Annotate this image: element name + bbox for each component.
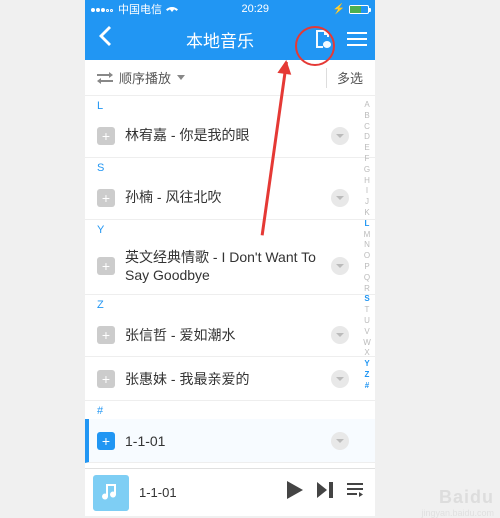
player-bar: 1-1-01: [85, 468, 375, 516]
alpha-index-letter[interactable]: H: [361, 176, 373, 187]
song-row[interactable]: + 林宥嘉 - 你是我的眼: [85, 114, 375, 158]
chevron-down-icon[interactable]: [331, 432, 349, 450]
alpha-index-letter[interactable]: E: [361, 143, 373, 154]
alpha-index-letter[interactable]: Q: [361, 273, 373, 284]
alpha-index-letter[interactable]: V: [361, 327, 373, 338]
add-icon[interactable]: +: [97, 370, 115, 388]
chevron-down-icon[interactable]: [331, 127, 349, 145]
song-title: 张惠妹 - 我最亲爱的: [125, 370, 321, 388]
clock: 20:29: [242, 3, 270, 15]
alpha-index-letter[interactable]: W: [361, 338, 373, 349]
song-row[interactable]: + 英文经典情歌 - I Don't Want To Say Goodbye: [85, 238, 375, 295]
section-header: #: [85, 401, 375, 419]
scan-music-button[interactable]: [313, 29, 333, 49]
chevron-down-icon[interactable]: [331, 257, 349, 275]
add-icon[interactable]: +: [97, 432, 115, 450]
sub-toolbar: 顺序播放 多选: [85, 60, 375, 96]
watermark: Baidu: [439, 487, 494, 508]
alpha-index-letter[interactable]: X: [361, 348, 373, 359]
song-title: 1-1-01: [125, 432, 321, 450]
alpha-index[interactable]: ABCDEFGHIJKLMNOPQRSTUVWXYZ#: [361, 100, 373, 392]
song-row[interactable]: + 孙楠 - 风往北吹: [85, 176, 375, 220]
back-button[interactable]: [85, 26, 127, 52]
add-icon[interactable]: +: [97, 326, 115, 344]
alpha-index-letter[interactable]: F: [361, 154, 373, 165]
add-icon[interactable]: +: [97, 127, 115, 145]
carrier-label: 中国电信: [118, 1, 162, 17]
section-header: Z: [85, 295, 375, 313]
album-art[interactable]: [93, 475, 129, 511]
alpha-index-letter[interactable]: R: [361, 284, 373, 295]
nav-bar: 本地音乐: [85, 18, 375, 60]
phone-frame: 中国电信 20:29 ⚡ 本地音乐 顺序播放: [85, 0, 375, 516]
alpha-index-letter[interactable]: A: [361, 100, 373, 111]
alpha-index-letter[interactable]: M: [361, 230, 373, 241]
alpha-index-letter[interactable]: Z: [361, 370, 373, 381]
alpha-index-letter[interactable]: J: [361, 197, 373, 208]
section-header: S: [85, 158, 375, 176]
alpha-index-letter[interactable]: K: [361, 208, 373, 219]
play-mode-button[interactable]: 顺序播放: [97, 68, 185, 87]
alpha-index-letter[interactable]: N: [361, 240, 373, 251]
alpha-index-letter[interactable]: T: [361, 305, 373, 316]
alpha-index-letter[interactable]: B: [361, 111, 373, 122]
alpha-index-letter[interactable]: S: [361, 294, 373, 305]
song-title: 张信哲 - 爱如潮水: [125, 326, 321, 344]
battery-icon: [349, 5, 369, 14]
chevron-down-icon[interactable]: [331, 370, 349, 388]
chevron-down-icon[interactable]: [331, 326, 349, 344]
song-row[interactable]: +1-1-01: [85, 419, 375, 463]
song-title: 林宥嘉 - 你是我的眼: [125, 126, 321, 144]
song-list[interactable]: L + 林宥嘉 - 你是我的眼 S + 孙楠 - 风往北吹 Y + 英文经典情歌 - I Don…: [85, 96, 375, 466]
alpha-index-letter[interactable]: G: [361, 165, 373, 176]
song-row[interactable]: + 张惠妹 - 我最亲爱的: [85, 357, 375, 401]
playlist-button[interactable]: [347, 483, 363, 502]
song-title: 英文经典情歌 - I Don't Want To Say Goodbye: [125, 248, 321, 284]
now-playing-title[interactable]: 1-1-01: [139, 485, 277, 500]
alpha-index-letter[interactable]: Y: [361, 359, 373, 370]
watermark-sub: jingyan.baidu.com: [421, 508, 494, 518]
add-icon[interactable]: +: [97, 189, 115, 207]
play-button[interactable]: [287, 481, 303, 504]
bolt-icon: ⚡: [333, 4, 345, 15]
section-header: Y: [85, 220, 375, 238]
alpha-index-letter[interactable]: I: [361, 186, 373, 197]
page-title: 本地音乐: [127, 27, 313, 52]
wifi-icon: [166, 3, 178, 15]
alpha-index-letter[interactable]: L: [361, 219, 373, 230]
status-bar: 中国电信 20:29 ⚡: [85, 0, 375, 18]
chevron-down-icon[interactable]: [331, 189, 349, 207]
alpha-index-letter[interactable]: U: [361, 316, 373, 327]
add-icon[interactable]: +: [97, 257, 115, 275]
alpha-index-letter[interactable]: O: [361, 251, 373, 262]
next-button[interactable]: [317, 482, 333, 503]
multi-select-button[interactable]: 多选: [337, 68, 363, 87]
song-title: 孙楠 - 风往北吹: [125, 188, 321, 206]
song-row[interactable]: + 张信哲 - 爱如潮水: [85, 313, 375, 357]
alpha-index-letter[interactable]: P: [361, 262, 373, 273]
alpha-index-letter[interactable]: #: [361, 381, 373, 392]
divider: [326, 68, 327, 88]
signal-icon: [91, 3, 114, 15]
section-header: L: [85, 96, 375, 114]
menu-button[interactable]: [347, 29, 367, 49]
alpha-index-letter[interactable]: D: [361, 132, 373, 143]
alpha-index-letter[interactable]: C: [361, 122, 373, 133]
